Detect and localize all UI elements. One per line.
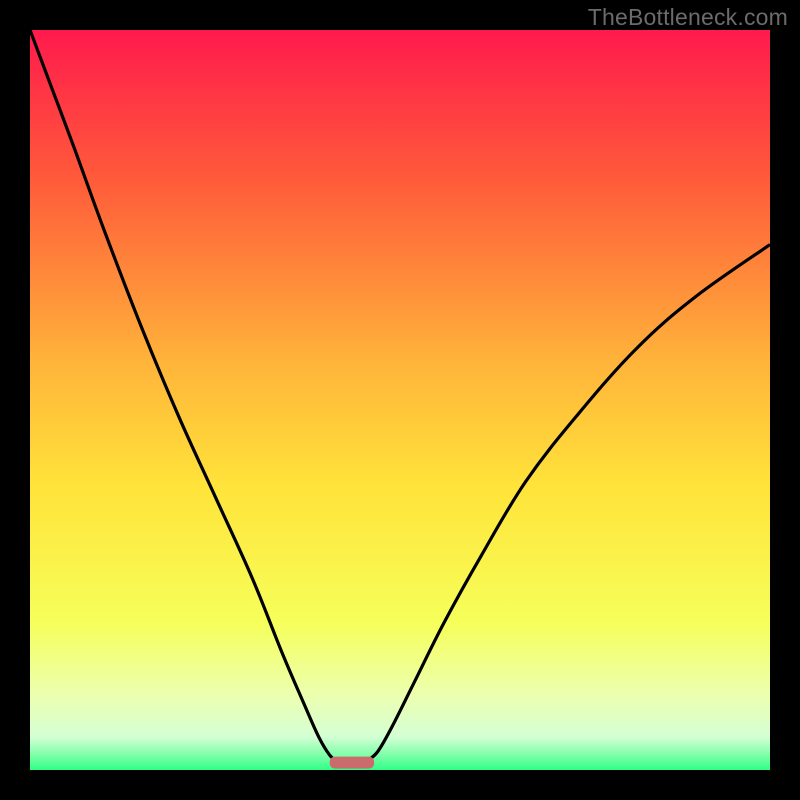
- chart-frame: [30, 30, 770, 770]
- watermark-label: TheBottleneck.com: [588, 4, 788, 31]
- chart-background: [30, 30, 770, 770]
- bottleneck-chart: [30, 30, 770, 770]
- optimal-marker: [330, 757, 374, 769]
